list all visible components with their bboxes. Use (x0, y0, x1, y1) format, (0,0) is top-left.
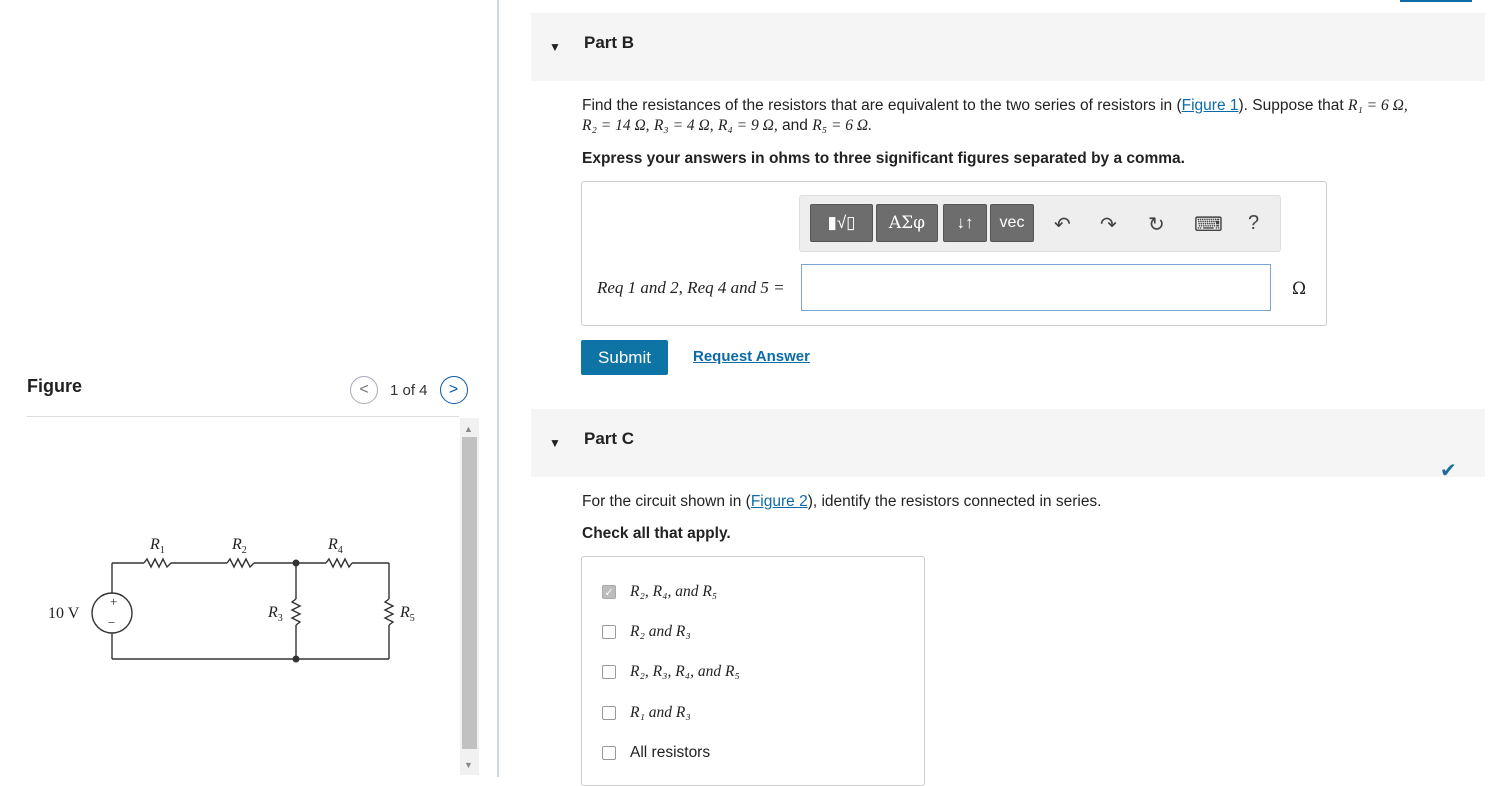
sqrt-template-icon: ▮√▯ (827, 213, 856, 232)
part-c-header[interactable]: ▼ Part C (531, 409, 1485, 477)
option-item[interactable]: All resistors (602, 744, 710, 762)
plus-sign: + (110, 594, 117, 609)
next-figure-button[interactable]: > (439, 376, 468, 404)
circuit-diagram: + − 10 V R1 R2 R4 R3 R5 (48, 536, 415, 663)
scrollbar-thumb[interactable] (462, 437, 477, 749)
part-c-instruction: Check all that apply. (582, 525, 731, 542)
node-dot (292, 559, 300, 567)
arrows-icon: ↓↑ (956, 213, 974, 232)
part-b-header[interactable]: ▼ Part B (531, 13, 1485, 81)
collapse-triangle-icon[interactable]: ▼ (549, 40, 561, 54)
part-c-title: Part C (584, 429, 635, 448)
figure-2-link[interactable]: Figure 2 (751, 493, 808, 510)
prev-figure-button[interactable]: < (350, 376, 378, 404)
source-label: 10 V (48, 605, 80, 622)
unit-label: Ω (1292, 279, 1307, 299)
option-item[interactable]: ✓ R₂, R₄, and R₅ (602, 583, 717, 601)
resistor-r2 (226, 557, 255, 569)
option-item[interactable]: R₂ and R₃ (602, 623, 691, 641)
vector-button[interactable]: vec (990, 204, 1034, 242)
option-item[interactable]: R₂, R₃, R₄, and R₅ (602, 663, 740, 681)
minus-sign: − (108, 615, 115, 630)
checkbox[interactable] (602, 665, 616, 679)
part-c-question: For the circuit shown in (Figure 2), ide… (582, 493, 1102, 510)
request-answer-link[interactable]: Request Answer (693, 348, 810, 365)
collapse-triangle-icon[interactable]: ▼ (549, 436, 561, 450)
scroll-down-icon[interactable]: ▼ (464, 760, 473, 770)
resistor-r3 (290, 598, 302, 626)
figure-panel: Figure < 1 of 4 > + − 10 V R1 R2 R4 R3 R… (0, 0, 497, 777)
r1-label: R1 (149, 536, 165, 556)
reset-icon[interactable]: ↻ (1148, 212, 1165, 237)
constants-link-underline[interactable] (1400, 0, 1472, 2)
divider (27, 416, 459, 417)
part-b-question: Find the resistances of the resistors th… (582, 97, 1408, 134)
checkbox[interactable] (602, 746, 616, 760)
submit-button[interactable]: Submit (581, 340, 668, 375)
answer-label: Req 1 and 2, Req 4 and 5 = (597, 278, 785, 297)
checkbox[interactable] (602, 706, 616, 720)
templates-button[interactable]: ▮√▯ (810, 204, 873, 242)
node-dot (292, 655, 300, 663)
option-item[interactable]: R₁ and R₃ (602, 704, 691, 722)
resistor-r1 (143, 557, 172, 569)
check-icon: ✔ (1440, 460, 1457, 482)
chevron-right-icon: > (448, 381, 459, 398)
greek-symbols-button[interactable]: ΑΣφ (876, 204, 938, 242)
pager-text: 1 of 4 (390, 381, 428, 399)
resistor-r5 (383, 598, 395, 626)
figure-pager: < 1 of 4 > (350, 376, 468, 404)
checkbox[interactable] (602, 625, 616, 639)
r4-label: R4 (327, 536, 343, 556)
resistor-r4 (325, 557, 353, 569)
keyboard-icon[interactable]: ⌨ (1194, 212, 1223, 237)
answer-input[interactable] (801, 264, 1271, 311)
figure-1-link[interactable]: Figure 1 (1182, 97, 1239, 114)
r5-label: R5 (399, 604, 415, 624)
r2-label: R2 (231, 536, 247, 556)
scroll-up-icon[interactable]: ▲ (464, 424, 473, 434)
part-b-instruction: Express your answers in ohms to three si… (582, 150, 1185, 167)
figure-title: Figure (27, 376, 83, 396)
arrows-button[interactable]: ↓↑ (943, 204, 987, 242)
chevron-left-icon: < (359, 381, 369, 398)
redo-icon[interactable]: ↷ (1100, 212, 1117, 237)
panel-divider (497, 0, 499, 777)
undo-icon[interactable]: ↶ (1054, 212, 1071, 237)
help-icon[interactable]: ? (1248, 212, 1259, 235)
math-toolbar: ▮√▯ ΑΣφ ↓↑ vec ↶ ↷ ↻ ⌨ ? (799, 195, 1281, 252)
checkbox-checked[interactable]: ✓ (602, 585, 616, 599)
r3-label: R3 (267, 604, 283, 624)
part-b-title: Part B (584, 33, 635, 52)
